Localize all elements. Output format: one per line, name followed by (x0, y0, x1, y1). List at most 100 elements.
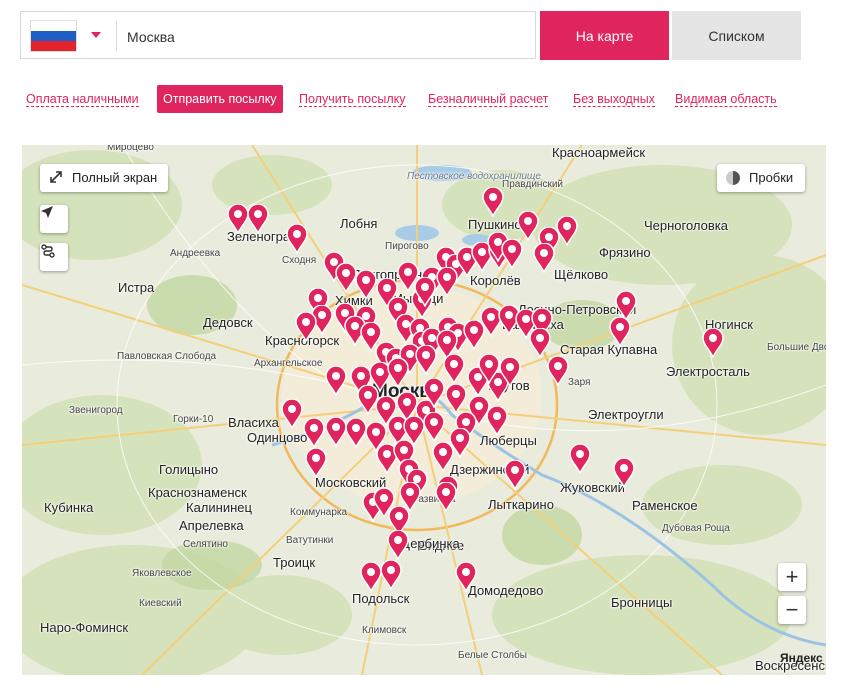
pickup-point-pin-icon[interactable] (435, 482, 457, 512)
place-label: Электроугли (588, 407, 664, 422)
pickup-point-pin-icon[interactable] (486, 406, 508, 436)
water-label: Пестовское водохранилище (407, 171, 541, 182)
place-label: Мироцево (107, 145, 154, 153)
place-label: Сходня (282, 255, 317, 266)
fullscreen-label: Полный экран (72, 170, 158, 185)
filter-receive-parcel[interactable]: Получить посылку (299, 85, 406, 113)
pickup-point-pin-icon[interactable] (227, 204, 249, 234)
pickup-point-pin-icon[interactable] (504, 460, 526, 490)
place-label: Киевский (139, 598, 182, 609)
filter-visible-area[interactable]: Видимая область (675, 85, 777, 113)
country-dropdown-chevron-icon[interactable] (91, 32, 101, 38)
pickup-point-pin-icon[interactable] (399, 482, 421, 512)
expand-icon (50, 171, 62, 183)
russia-flag-icon[interactable] (30, 20, 77, 52)
pickup-point-pin-icon[interactable] (415, 345, 437, 375)
pickup-point-pin-icon[interactable] (423, 412, 445, 442)
pickup-point-pin-icon[interactable] (529, 328, 551, 358)
yandex-logo: Яндекс (780, 651, 823, 665)
place-label: Наро-Фоминск (40, 620, 129, 635)
traffic-button[interactable]: Пробки (717, 164, 805, 192)
pickup-point-pin-icon[interactable] (455, 562, 477, 592)
pickup-point-pin-icon[interactable] (478, 354, 500, 384)
pickup-point-pin-icon[interactable] (499, 357, 521, 387)
pickup-point-pin-icon[interactable] (414, 277, 436, 307)
pickup-point-pin-icon[interactable] (569, 444, 591, 474)
zoom-in-button[interactable]: + (778, 563, 806, 591)
place-label: Селятино (183, 539, 228, 550)
pickup-point-pin-icon[interactable] (482, 187, 504, 217)
geolocation-arrow-icon (41, 206, 53, 218)
place-label: Электросталь (666, 364, 750, 379)
pickup-point-pin-icon[interactable] (533, 243, 555, 273)
pickup-point-pin-icon[interactable] (501, 239, 523, 269)
pickup-point-pin-icon[interactable] (380, 560, 402, 590)
geolocation-button[interactable] (40, 205, 68, 233)
traffic-icon (726, 171, 740, 185)
place-label: Власиха (228, 415, 279, 430)
place-label: Белые Столбы (458, 650, 527, 661)
pickup-point-pin-icon[interactable] (305, 448, 327, 478)
filter-send-parcel[interactable]: Отправить посылку (157, 85, 283, 113)
place-label: Пирогово (385, 241, 429, 252)
place-label: Пушкино (468, 217, 522, 232)
pickup-point-pin-icon[interactable] (387, 358, 409, 388)
pickup-point-pin-icon[interactable] (423, 378, 445, 408)
place-label: Фрязино (599, 245, 651, 260)
filter-cash-payment[interactable]: Оплата наличными (26, 85, 139, 113)
map-area[interactable]: Мироцево Красноармейск Правдинский Песто… (22, 145, 826, 675)
filter-no-days-off[interactable]: Без выходных (573, 85, 655, 113)
ruler-route-icon (41, 244, 55, 258)
pickup-point-pin-icon[interactable] (609, 317, 631, 347)
pickup-point-pin-icon[interactable] (325, 366, 347, 396)
place-label: Андреевка (170, 248, 221, 259)
pickup-point-pin-icon[interactable] (432, 442, 454, 472)
place-label: Архангельское (254, 358, 323, 369)
zoom-out-button[interactable]: − (778, 596, 806, 624)
pickup-point-pin-icon[interactable] (702, 328, 724, 358)
filter-bar: Оплата наличными Отправить посылку Получ… (20, 85, 820, 113)
pickup-point-pin-icon[interactable] (517, 211, 539, 241)
list-view-button[interactable]: Списком (672, 11, 801, 60)
pickup-point-pin-icon[interactable] (613, 458, 635, 488)
pickup-point-pin-icon[interactable] (281, 399, 303, 429)
place-label: Апрелевка (179, 518, 244, 533)
fullscreen-button[interactable]: Полный экран (40, 164, 168, 192)
place-label: Большие Дворы (767, 342, 826, 353)
place-label: Дедовск (203, 315, 253, 330)
place-label: Голицыно (159, 462, 219, 477)
search-divider (116, 21, 117, 51)
map-view-button[interactable]: На карте (540, 11, 669, 60)
place-label: Климовск (362, 625, 407, 636)
filter-cashless-payment[interactable]: Безналичный расчет (428, 85, 549, 113)
place-label: Красноармейск (552, 145, 646, 160)
place-label: Кубинка (44, 500, 94, 515)
pickup-point-pin-icon[interactable] (345, 418, 367, 448)
pickup-point-pin-icon[interactable] (303, 418, 325, 448)
pickup-point-pin-icon[interactable] (335, 263, 357, 293)
place-label: Раменское (632, 498, 698, 513)
pickup-point-pin-icon[interactable] (286, 224, 308, 254)
place-label: Краснознаменск (148, 485, 247, 500)
city-search-input[interactable] (125, 21, 529, 53)
pickup-point-pin-icon[interactable] (443, 354, 465, 384)
place-label: Яковлевское (132, 568, 192, 579)
place-label: Лобня (340, 216, 378, 231)
place-label: Истра (118, 280, 155, 295)
pickup-point-pin-icon[interactable] (547, 356, 569, 386)
pickup-point-pin-icon[interactable] (247, 204, 269, 234)
place-label: Коммунарка (290, 507, 348, 518)
pickup-point-pin-icon[interactable] (436, 267, 458, 297)
place-label: Звенигород (69, 405, 123, 416)
pickup-point-pin-icon[interactable] (295, 312, 317, 342)
pickup-point-pin-icon[interactable] (325, 417, 347, 447)
place-label: Щёлково (554, 267, 609, 282)
place-label: Заря (568, 377, 591, 388)
pickup-point-pin-icon[interactable] (355, 270, 377, 300)
place-label: Подольск (352, 591, 410, 606)
pickup-point-pin-icon[interactable] (445, 384, 467, 414)
ruler-button[interactable] (40, 243, 68, 271)
pickup-point-pin-icon[interactable] (360, 562, 382, 592)
place-label: Лыткарино (488, 497, 554, 512)
pickup-point-pin-icon[interactable] (387, 530, 409, 560)
